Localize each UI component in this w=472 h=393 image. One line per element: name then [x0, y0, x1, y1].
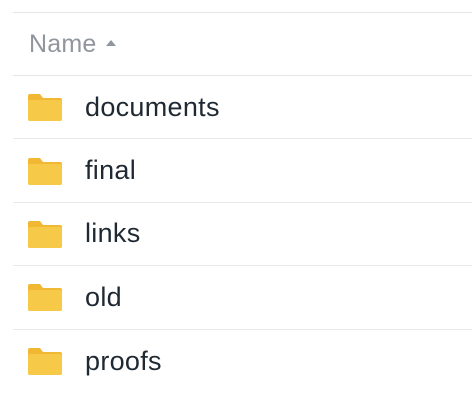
file-name: documents	[85, 91, 220, 122]
file-list: Name documents final links old proofs	[13, 12, 472, 393]
file-name: proofs	[85, 345, 162, 376]
folder-icon	[28, 284, 62, 312]
file-name: links	[85, 218, 141, 249]
file-row[interactable]: old	[13, 266, 472, 330]
file-row[interactable]: documents	[13, 76, 472, 140]
folder-icon	[28, 220, 62, 248]
column-header-name[interactable]: Name	[13, 13, 472, 76]
folder-icon	[28, 157, 62, 185]
column-header-name-label: Name	[29, 29, 97, 58]
sort-ascending-icon	[105, 40, 116, 46]
file-row[interactable]: links	[13, 203, 472, 267]
file-name: old	[85, 281, 122, 312]
file-name: final	[85, 155, 137, 186]
folder-icon	[28, 94, 62, 122]
file-row[interactable]: proofs	[13, 330, 472, 393]
file-row[interactable]: final	[13, 139, 472, 203]
folder-icon	[28, 348, 62, 376]
